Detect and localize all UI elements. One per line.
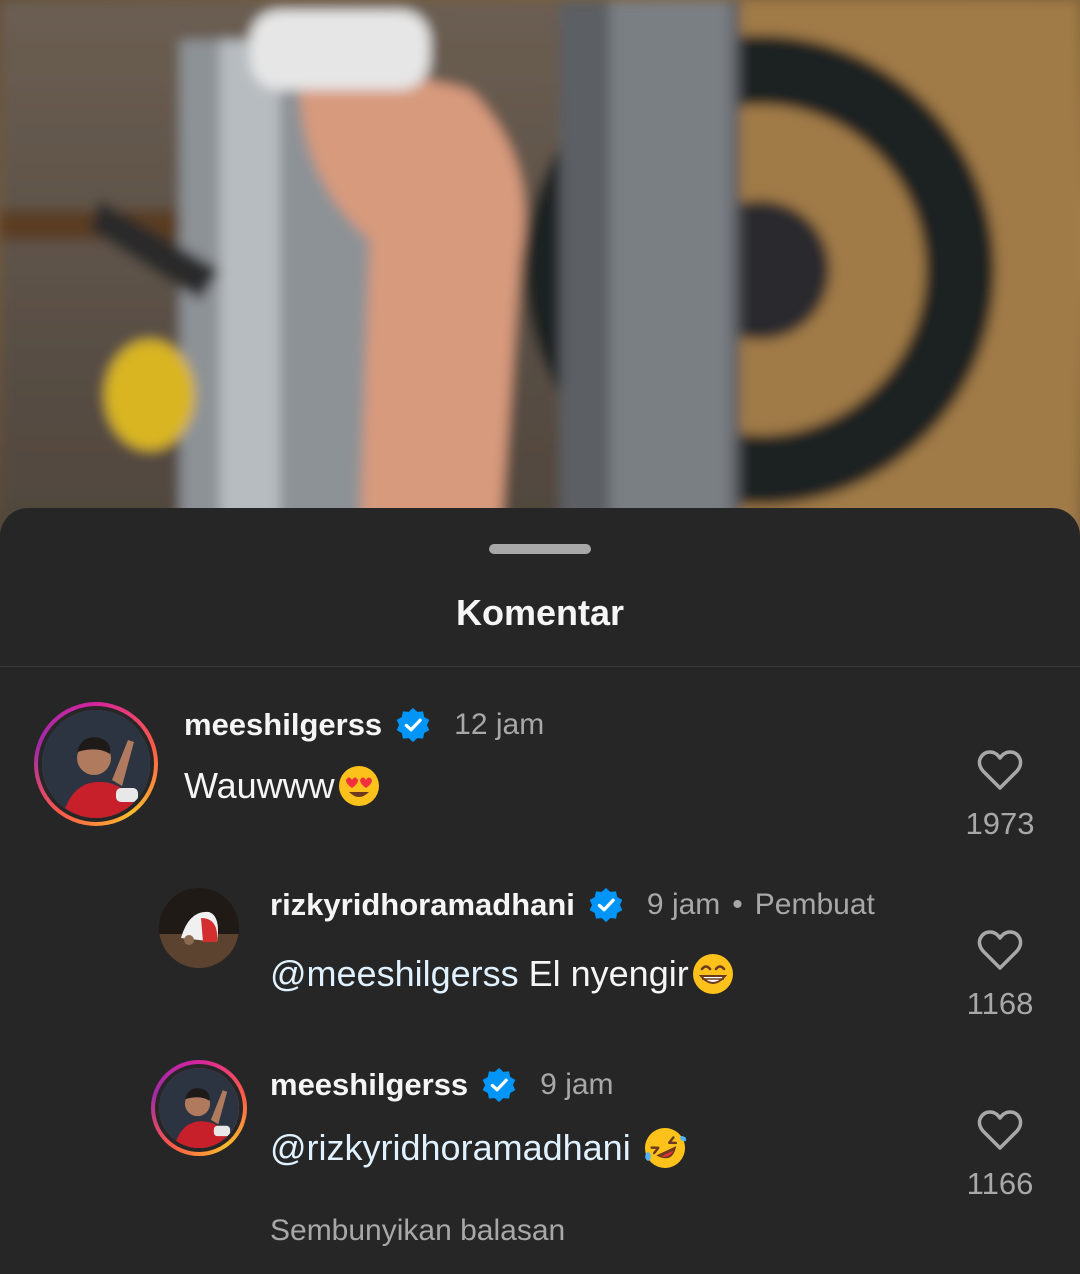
comment-timestamp: 9 jam — [540, 1068, 614, 1101]
mention-link[interactable]: @meeshilgerss — [270, 953, 519, 995]
heart-outline-icon — [977, 930, 1023, 970]
comment-body: Wauwww — [184, 765, 335, 806]
avatar[interactable] — [151, 1060, 247, 1156]
mention-link[interactable]: @rizkyridhoramadhani — [270, 1127, 631, 1169]
separator-dot: • — [732, 888, 743, 921]
comment-username[interactable]: meeshilgerss — [184, 707, 382, 743]
comment-username[interactable]: meeshilgerss — [270, 1067, 468, 1103]
comment-timestamp: 9 jam — [646, 888, 721, 921]
hide-replies-button[interactable]: Sembunyikan balasan — [270, 1214, 565, 1248]
like-button[interactable]: 1168 — [960, 928, 1040, 1022]
grin-emoji-icon — [692, 954, 733, 994]
post-photo-background — [0, 0, 1080, 540]
creator-photo-icon — [159, 888, 239, 968]
heart-outline-icon — [977, 1110, 1023, 1150]
heart-outline-icon — [977, 750, 1023, 790]
avatar[interactable] — [159, 888, 239, 968]
comment-timestamp: 12 jam — [454, 708, 545, 741]
avatar[interactable] — [34, 702, 158, 826]
verified-badge-icon — [589, 887, 623, 923]
comment-text: Wauwww — [184, 764, 381, 808]
like-count: 1166 — [966, 1166, 1034, 1201]
comment-username[interactable]: rizkyridhoramadhani — [270, 887, 575, 923]
player-photo-icon — [159, 1068, 239, 1148]
header-divider — [0, 666, 1080, 667]
comment-text: @rizkyridhoramadhani — [270, 1126, 687, 1170]
verified-badge-icon — [482, 1067, 516, 1103]
player-photo-icon — [42, 710, 150, 818]
heart-eyes-emoji-icon — [338, 766, 379, 806]
rofl-emoji-icon — [644, 1128, 686, 1168]
like-button[interactable]: 1973 — [960, 748, 1040, 842]
like-button[interactable]: 1166 — [960, 1108, 1040, 1202]
verified-badge-icon — [396, 707, 430, 743]
sheet-title: Komentar — [455, 592, 625, 633]
comment-body — [631, 1127, 641, 1169]
drag-handle[interactable] — [489, 544, 591, 554]
like-count: 1973 — [965, 806, 1035, 841]
gym-photo-illustration — [0, 0, 1080, 540]
like-count: 1168 — [966, 986, 1034, 1021]
comment-text: @meeshilgerss El nyengir — [270, 952, 735, 996]
comment-body: El nyengir — [518, 953, 689, 994]
creator-badge: Pembuat — [754, 888, 875, 921]
